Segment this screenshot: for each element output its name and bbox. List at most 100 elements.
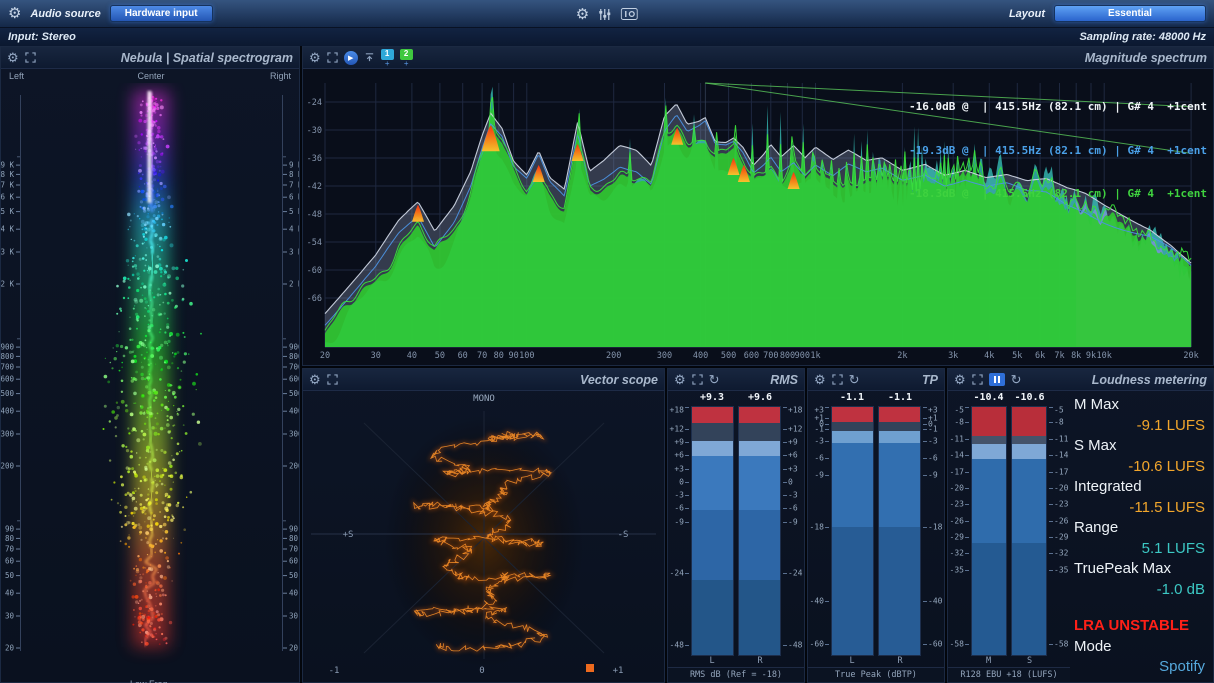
fullscreen-icon[interactable] <box>972 374 983 385</box>
meter-scale-right: +3+10-1-3-6-9-18-40-60 <box>923 406 943 656</box>
stat-value: -1.0 dB <box>1074 579 1205 600</box>
loudness-channel-labels: M S <box>948 656 1070 667</box>
meter-scale-right: -5-8-11-14-17-20-23-26-29-32-35-58 <box>1049 406 1069 656</box>
svg-text:70: 70 <box>5 545 15 554</box>
meter-scale-label: 0 <box>788 478 793 487</box>
gear-icon[interactable]: ⚙ <box>576 7 589 22</box>
fullscreen-icon[interactable] <box>327 52 338 63</box>
meter-scale-label: -24 <box>670 569 684 578</box>
magnitude-spectrum-panel: ⚙ ▶ 1 + 2 + Magnitude spectrum -24-30-36… <box>302 46 1214 366</box>
meter-scale-label: -32 <box>1054 549 1068 558</box>
band-2-button[interactable]: 2 <box>400 49 413 60</box>
gear-icon[interactable]: ⚙ <box>814 373 826 386</box>
meter-scale-left: +3+10-1-3-6-9-18-40-60 <box>809 406 829 656</box>
gear-icon[interactable]: ⚙ <box>7 51 19 64</box>
svg-text:300: 300 <box>1 430 14 439</box>
svg-text:7k: 7k <box>1054 351 1064 361</box>
fullscreen-icon[interactable] <box>327 374 338 385</box>
meter-segment <box>879 422 920 431</box>
stat-value: -9.1 LUFS <box>1074 415 1205 436</box>
svg-text:-60: -60 <box>307 266 322 276</box>
svg-text:20k: 20k <box>1183 351 1198 361</box>
meter-scale-label: -6 <box>814 454 824 463</box>
meter-segment <box>739 407 780 423</box>
mode-value[interactable]: Spotify <box>1074 657 1205 680</box>
svg-text:40: 40 <box>407 351 417 361</box>
hardware-input-button[interactable]: Hardware input <box>110 5 213 22</box>
reset-icon[interactable]: ↻ <box>1011 373 1022 386</box>
svg-text:800: 800 <box>1 352 14 361</box>
loudness-panel: ⚙ ↻ Loudness metering -10.4 -10.6 -5-8-1… <box>947 368 1214 683</box>
sliders-icon[interactable] <box>598 8 612 21</box>
svg-text:50: 50 <box>435 351 445 361</box>
peak-hold-icon[interactable] <box>364 52 375 63</box>
loudness-stats: M Max-9.1 LUFSS Max-10.6 LUFSIntegrated-… <box>1070 391 1213 682</box>
nebula-channel-labels: Left Center Right <box>1 69 299 83</box>
band-1-add-button[interactable]: + <box>385 60 390 67</box>
meter-scale-label: -1 <box>814 425 824 434</box>
svg-text:+1: +1 <box>613 666 624 676</box>
audio-source-label: Audio source <box>30 8 100 20</box>
loudness-meters: -5-8-11-14-17-20-23-26-29-32-35-58-5-8-1… <box>948 405 1070 656</box>
spectrum-plot[interactable]: -24-30-36-42-48-54-60-662030405060708090… <box>303 69 1213 365</box>
svg-text:20: 20 <box>5 644 15 653</box>
meter-segment <box>692 407 733 423</box>
meter-scale-label: +12 <box>670 425 684 434</box>
gear-icon[interactable]: ⚙ <box>674 373 686 386</box>
meter-scale-label: -3 <box>928 436 938 445</box>
layout-essential-button[interactable]: Essential <box>1054 5 1206 22</box>
rms-footer: RMS dB (Ref = -18) <box>668 667 804 682</box>
svg-text:400: 400 <box>693 351 708 361</box>
gear-icon[interactable]: ⚙ <box>309 51 321 64</box>
clip-indicator[interactable] <box>586 664 594 672</box>
meter-scale-label: -24 <box>788 569 802 578</box>
gear-icon[interactable]: ⚙ <box>309 373 321 386</box>
fullscreen-icon[interactable] <box>25 52 36 63</box>
meter-bar <box>971 406 1007 656</box>
pause-icon[interactable] <box>989 373 1005 386</box>
svg-text:6 K: 6 K <box>289 193 299 202</box>
reset-icon[interactable]: ↻ <box>709 373 720 386</box>
svg-text:800: 800 <box>289 352 299 361</box>
reset-icon[interactable]: ↻ <box>849 373 860 386</box>
channel-label: S <box>1009 656 1050 667</box>
svg-text:1k: 1k <box>810 351 820 361</box>
loudness-m-value: -10.4 <box>968 392 1009 405</box>
meter-segment <box>739 423 780 441</box>
meter-scale-label: -8 <box>954 418 964 427</box>
svg-text:800: 800 <box>780 351 795 361</box>
meter-segment <box>739 456 780 511</box>
channel-label: R <box>876 656 924 667</box>
meter-scale-label: -18 <box>928 523 942 532</box>
svg-text:70: 70 <box>289 545 299 554</box>
stat-value: -11.5 LUFS <box>1074 497 1205 518</box>
meter-bar <box>691 406 734 656</box>
play-icon[interactable]: ▶ <box>344 51 358 65</box>
svg-text:300: 300 <box>657 351 672 361</box>
svg-text:-S: -S <box>618 530 629 540</box>
svg-text:30: 30 <box>5 612 15 621</box>
fullscreen-icon[interactable] <box>832 374 843 385</box>
rms-left-value: +9.3 <box>688 392 736 405</box>
meter-segment <box>739 441 780 456</box>
meter-segment <box>832 443 873 527</box>
band-1-button[interactable]: 1 <box>381 49 394 60</box>
gear-icon[interactable]: ⚙ <box>954 373 966 386</box>
band-2-add-button[interactable]: + <box>404 60 409 67</box>
panel-title: Magnitude spectrum <box>1085 51 1207 65</box>
meter-scale-label: -40 <box>928 597 942 606</box>
gear-icon[interactable]: ⚙ <box>8 6 21 21</box>
meter-scale-label: -35 <box>950 565 964 574</box>
meter-segment <box>692 510 733 579</box>
fullscreen-icon[interactable] <box>692 374 703 385</box>
band-2-control: 2 + <box>400 49 413 67</box>
loudness-footer: R128 EBU +18 (LUFS) <box>948 667 1070 682</box>
rms-panel: ⚙ ↻ RMS +9.3 +9.6 +18+12+9+6+30-3-6-9-24… <box>667 368 805 683</box>
meter-scale-label: -20 <box>1054 483 1068 492</box>
meter-scale-label: -32 <box>950 549 964 558</box>
svg-text:60: 60 <box>5 557 15 566</box>
meter-scale-label: -3 <box>788 490 798 499</box>
io-routing-icon[interactable] <box>621 8 638 20</box>
svg-text:0: 0 <box>479 666 484 676</box>
meter-scale-label: -29 <box>1054 532 1068 541</box>
